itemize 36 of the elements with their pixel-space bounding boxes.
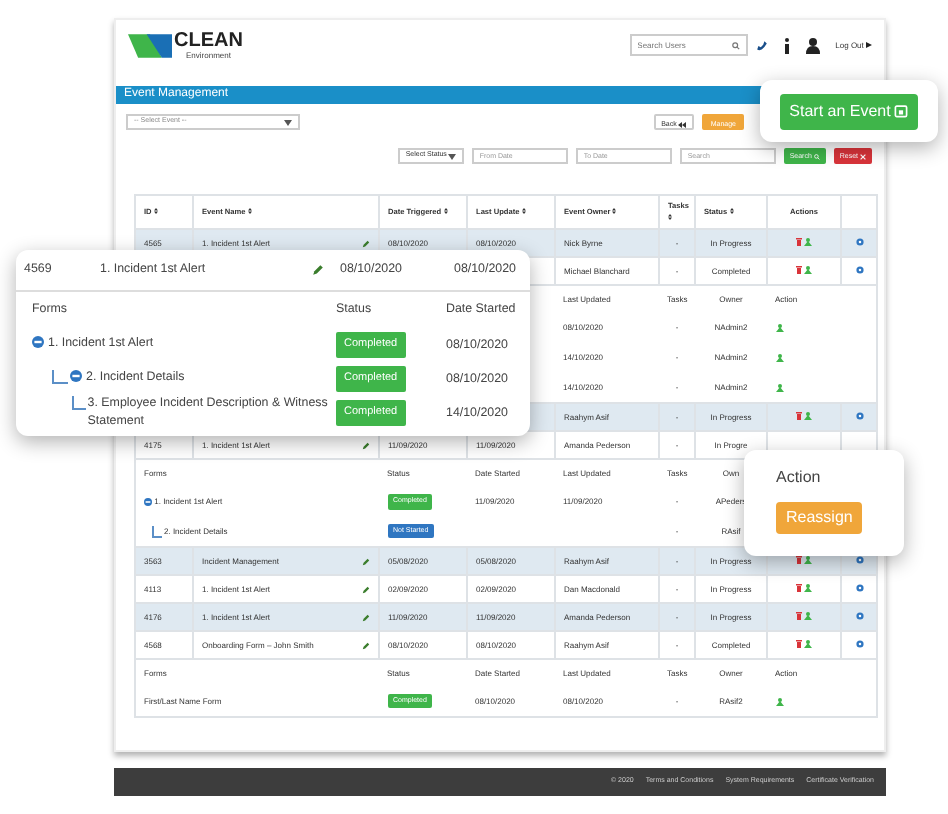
trash-icon[interactable] — [795, 266, 802, 275]
info-icon[interactable] — [783, 37, 790, 53]
user-icon[interactable] — [805, 37, 820, 53]
trash-icon[interactable] — [795, 556, 802, 565]
close-icon — [860, 153, 866, 160]
settings-icon[interactable] — [855, 266, 863, 275]
edit-icon[interactable] — [362, 613, 370, 621]
logo-icon — [128, 31, 172, 59]
edit-icon[interactable] — [362, 585, 370, 593]
edit-icon[interactable] — [362, 441, 370, 449]
trash-icon[interactable] — [795, 412, 802, 421]
phone-icon[interactable] — [755, 39, 768, 51]
collapse-icon[interactable] — [32, 336, 44, 349]
caret-icon — [447, 153, 456, 159]
trash-icon[interactable] — [795, 584, 802, 593]
edit-icon[interactable] — [362, 557, 370, 565]
trash-icon[interactable] — [795, 640, 802, 649]
caret-icon — [284, 119, 292, 125]
settings-icon[interactable] — [855, 412, 863, 421]
logo-text: CLEAN — [174, 31, 243, 51]
search-icon — [813, 153, 820, 160]
settings-icon[interactable] — [855, 584, 863, 593]
settings-icon[interactable] — [855, 238, 863, 247]
tree-connector — [152, 525, 162, 538]
trash-icon[interactable] — [795, 238, 802, 247]
edit-icon[interactable] — [362, 641, 370, 649]
rewind-icon — [678, 121, 687, 128]
collapse-icon[interactable] — [144, 497, 152, 506]
settings-icon[interactable] — [855, 640, 863, 649]
settings-icon[interactable] — [855, 556, 863, 565]
trash-icon[interactable] — [795, 612, 802, 621]
edit-icon[interactable] — [312, 263, 324, 276]
settings-icon[interactable] — [855, 612, 863, 621]
collapse-icon[interactable] — [70, 370, 82, 383]
logout-icon — [866, 41, 872, 48]
action-heading: Action — [776, 466, 823, 490]
